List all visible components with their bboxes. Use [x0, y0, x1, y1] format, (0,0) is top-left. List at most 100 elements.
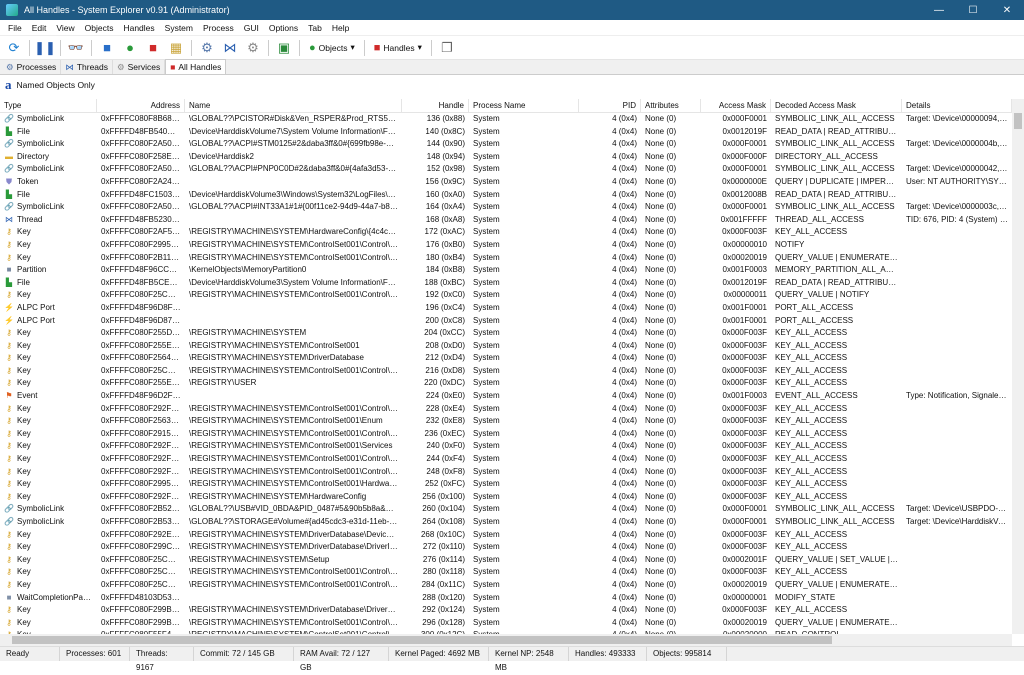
- column-header-access-mask[interactable]: Access Mask: [701, 99, 771, 113]
- menu-options[interactable]: Options: [264, 23, 303, 33]
- column-header-type[interactable]: Type: [0, 99, 97, 113]
- table-row[interactable]: ⚷ Key 0xFFFFC080F2B110B0 \REGISTRY\MACHINE\…: [0, 252, 1012, 265]
- tab-services[interactable]: ⚙ Services: [113, 60, 166, 74]
- table-row[interactable]: ⚷ Key 0xFFFFC080F292F920 \REGISTRY\MACHINE\…: [0, 440, 1012, 453]
- services-icon[interactable]: ⚙: [243, 39, 263, 57]
- table-row[interactable]: 🔗 SymbolicLink 0xFFFFC080F2A50260 \GLOBAL??…: [0, 138, 1012, 151]
- table-row[interactable]: ⚷ Key 0xFFFFC080F292FB40 \REGISTRY\MACHINE\…: [0, 453, 1012, 466]
- menu-process[interactable]: Process: [198, 23, 239, 33]
- yellow-grid-icon[interactable]: ▦: [166, 39, 186, 57]
- table-row[interactable]: ▬ Directory 0xFFFFC080F258EE60 \Device\Hard…: [0, 151, 1012, 164]
- menu-file[interactable]: File: [3, 23, 27, 33]
- type-label: Key: [17, 227, 31, 237]
- cell-address: 0xFFFFD48103D53F20: [101, 592, 185, 602]
- cell-pid: 4 (0x4): [612, 202, 637, 212]
- table-row[interactable]: 🔗 SymbolicLink 0xFFFFC080F8B68CE0 \GLOBAL??…: [0, 113, 1012, 126]
- table-row[interactable]: ⚷ Key 0xFFFFC080F292F5F0 \REGISTRY\MACHINE\…: [0, 466, 1012, 479]
- menu-help[interactable]: Help: [327, 23, 354, 33]
- refresh-icon[interactable]: ⟳: [4, 39, 24, 57]
- cell-name: \REGISTRY\MACHINE\SYSTEM\HardwareConfig\…: [189, 227, 402, 237]
- tab-threads[interactable]: ⋈ Threads: [61, 60, 113, 74]
- column-header-process-name[interactable]: Process Name: [469, 99, 579, 113]
- pause-icon[interactable]: ❚❚: [34, 39, 56, 57]
- column-header-address[interactable]: Address: [97, 99, 185, 113]
- shapes-icon[interactable]: ●: [120, 39, 140, 57]
- named-objects-only-toggle[interactable]: Named Objects Only: [17, 80, 95, 90]
- type-label: Key: [17, 605, 31, 615]
- table-row[interactable]: ⚡ ALPC Port 0xFFFFD48F96D8FD30 196 (0xC4) Sy…: [0, 302, 1012, 315]
- column-header-attributes[interactable]: Attributes: [641, 99, 701, 113]
- table-row[interactable]: ⚡ ALPC Port 0xFFFFD48F96D87B60 200 (0xC8) Sy…: [0, 315, 1012, 328]
- minimize-button[interactable]: —: [922, 5, 956, 16]
- table-row[interactable]: ⚷ Key 0xFFFFC080F292F3D0 \REGISTRY\MACHINE\…: [0, 403, 1012, 416]
- table-row[interactable]: ⚷ Key 0xFFFFC080F299CC50 \REGISTRY\MACHINE\…: [0, 541, 1012, 554]
- cell-name: \REGISTRY\MACHINE\SYSTEM\ControlSet001\S…: [189, 441, 393, 451]
- threads-icon[interactable]: ⋈: [220, 39, 240, 57]
- table-row[interactable]: ⚷ Key 0xFFFFC080F2995360 \REGISTRY\MACHINE\…: [0, 478, 1012, 491]
- table-row[interactable]: ⛊ Token 0xFFFFC080F2A24040 156 (0x9C) System…: [0, 176, 1012, 189]
- table-row[interactable]: ⚷ Key 0xFFFFC080F292E930 \REGISTRY\MACHINE\…: [0, 529, 1012, 542]
- table-row[interactable]: ⚷ Key 0xFFFFC080F25CB2D0 \REGISTRY\MACHINE\…: [0, 365, 1012, 378]
- tab-all-handles[interactable]: ■ All Handles: [165, 59, 227, 74]
- cell-decoded-access-mask: QUERY_VALUE | ENUMERATE_SUB...: [775, 252, 902, 262]
- menu-tab[interactable]: Tab: [303, 23, 327, 33]
- table-row[interactable]: ⚷ Key 0xFFFFC080F2AF53E0 \REGISTRY\MACHINE\…: [0, 226, 1012, 239]
- table-row[interactable]: 🔗 SymbolicLink 0xFFFFC080F2B53FA0 \GLOBAL??…: [0, 516, 1012, 529]
- gear-icon[interactable]: ⚙: [197, 39, 217, 57]
- cell-attributes: None (0): [645, 517, 677, 526]
- maximize-button[interactable]: ☐: [956, 5, 990, 16]
- windows-icon[interactable]: ❐: [437, 39, 457, 57]
- table-row[interactable]: ⚷ Key 0xFFFFC080F255D730 \REGISTRY\MACHINE\…: [0, 327, 1012, 340]
- table-row[interactable]: ⚷ Key 0xFFFFC080F2563A40 \REGISTRY\MACHINE\…: [0, 415, 1012, 428]
- table-row[interactable]: ⚷ Key 0xFFFFC080F2915DB0 \REGISTRY\MACHINE\…: [0, 428, 1012, 441]
- table-row[interactable]: ⚷ Key 0xFFFFC080F255E090 \REGISTRY\USER 220 …: [0, 377, 1012, 390]
- table-row[interactable]: 🔗 SymbolicLink 0xFFFFC080F2B52EC0 \GLOBAL??…: [0, 503, 1012, 516]
- cell-handle: 220 (0xDC): [424, 378, 465, 388]
- table-row[interactable]: ⚷ Key 0xFFFFC080F25CC700 \REGISTRY\MACHINE\…: [0, 579, 1012, 592]
- cell-address: 0xFFFFC080F2A50B60: [101, 164, 185, 174]
- table-row[interactable]: ⚷ Key 0xFFFFC080F25CB0B0 \REGISTRY\MACHINE\…: [0, 566, 1012, 579]
- table-row[interactable]: ⚷ Key 0xFFFFC080F2564A30 \REGISTRY\MACHINE\…: [0, 352, 1012, 365]
- red-cubes-icon[interactable]: ■: [143, 39, 163, 57]
- menu-objects[interactable]: Objects: [80, 23, 119, 33]
- close-button[interactable]: ✕: [990, 5, 1024, 16]
- menu-view[interactable]: View: [51, 23, 79, 33]
- blue-cubes-icon[interactable]: ■: [97, 39, 117, 57]
- named-objects-icon[interactable]: a: [5, 77, 12, 93]
- menu-system[interactable]: System: [160, 23, 198, 33]
- menu-edit[interactable]: Edit: [27, 23, 52, 33]
- table-row[interactable]: ⚷ Key 0xFFFFC080F299B0B0 \REGISTRY\MACHINE\…: [0, 604, 1012, 617]
- table-row[interactable]: ⚷ Key 0xFFFFC080F25CBC60 \REGISTRY\MACHINE\…: [0, 289, 1012, 302]
- vertical-scrollbar[interactable]: [1012, 99, 1024, 634]
- table-row[interactable]: ⚷ Key 0xFFFFC080F255E900 \REGISTRY\MACHINE\…: [0, 340, 1012, 353]
- menu-handles[interactable]: Handles: [118, 23, 159, 33]
- table-row[interactable]: ■ Partition 0xFFFFD48F96CCBA40 \KernelObjec…: [0, 264, 1012, 277]
- handles-dropdown[interactable]: ■ Handles ▾: [370, 39, 426, 57]
- tab-processes[interactable]: ⚙ Processes: [2, 60, 62, 74]
- objects-dropdown[interactable]: ● Objects ▾: [305, 39, 359, 57]
- table-row[interactable]: 🔗 SymbolicLink 0xFFFFC080F2A50B60 \GLOBAL??…: [0, 163, 1012, 176]
- table-row[interactable]: ▙ File 0xFFFFD48FB5CE0070 \Device\HarddiskV…: [0, 277, 1012, 290]
- cell-pid: 4 (0x4): [612, 214, 637, 224]
- table-row[interactable]: ⋈ Thread 0xFFFFD48FB5230100 168 (0xA8) Syste…: [0, 214, 1012, 227]
- column-header-name[interactable]: Name: [185, 99, 402, 113]
- binoculars-icon[interactable]: 👓: [66, 39, 86, 57]
- type-label: Key: [17, 529, 31, 539]
- table-row[interactable]: ▙ File 0xFFFFD48FB540C940 \Device\HarddiskV…: [0, 126, 1012, 139]
- column-header-details[interactable]: Details: [902, 99, 1012, 113]
- table-row[interactable]: ⚷ Key 0xFFFFC080F25CBB50 \REGISTRY\MACHINE\…: [0, 554, 1012, 567]
- column-header-pid[interactable]: PID: [579, 99, 641, 113]
- column-header-decoded-access-mask[interactable]: Decoded Access Mask: [771, 99, 902, 113]
- table-row[interactable]: ⚑ Event 0xFFFFD48F96D2F330 224 (0xE0) System…: [0, 390, 1012, 403]
- column-header-handle[interactable]: Handle: [402, 99, 469, 113]
- board-icon[interactable]: ▣: [274, 39, 294, 57]
- table-row[interactable]: ⚷ Key 0xFFFFC080F299B820 \REGISTRY\MACHINE\…: [0, 617, 1012, 630]
- table-row[interactable]: ⚷ Key 0xFFFFC080F292F700 \REGISTRY\MACHINE\…: [0, 491, 1012, 504]
- table-row[interactable]: ■ WaitCompletionPac... 0xFFFFD48103D53F20 2…: [0, 592, 1012, 605]
- table-row[interactable]: 🔗 SymbolicLink 0xFFFFC080F2A50A40 \GLOBAL??…: [0, 201, 1012, 214]
- table-row[interactable]: ⚷ Key 0xFFFFC080F2995180 \REGISTRY\MACHINE\…: [0, 239, 1012, 252]
- threads-icon: ⋈: [65, 61, 74, 72]
- horizontal-scrollbar[interactable]: [0, 634, 1012, 646]
- table-row[interactable]: ▙ File 0xFFFFD48FC15030B0 \Device\HarddiskV…: [0, 189, 1012, 202]
- menu-gui[interactable]: GUI: [239, 23, 264, 33]
